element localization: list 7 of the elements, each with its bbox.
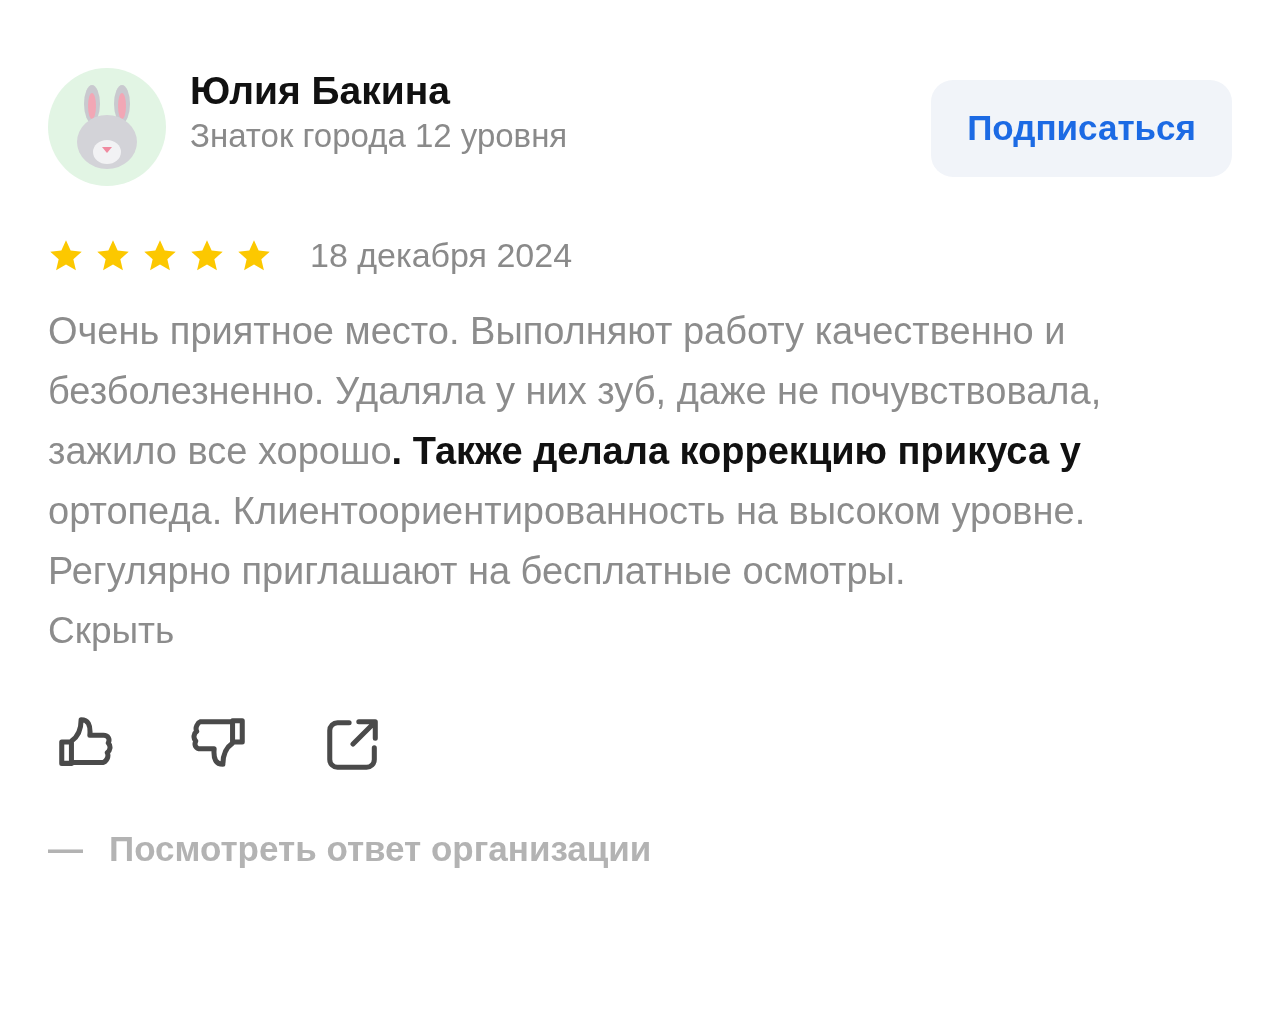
author-name: Юлия Бакина — [190, 68, 452, 114]
review-text: Очень приятное место. Выполняют работу качественно и безболезненно. Удаляла у них зуб, даже не почувствовала, зажило все хорошо. Также делала коррекцию прикуса у ортопеда. Клиентоориентированность на высоком уровне. Регулярно приглашают на бесплатные осмотры. — [48, 309, 1103, 594]
review-date: 18 декабря 2024 — [310, 235, 573, 276]
show-reply-link[interactable]: — Посмотреть ответ организации — [48, 823, 652, 876]
subscribe-button[interactable]: Подписаться — [931, 80, 1232, 177]
author-level: Знаток города 12 уровня — [190, 115, 569, 156]
collapse-link[interactable]: Скрыть — [48, 601, 175, 661]
